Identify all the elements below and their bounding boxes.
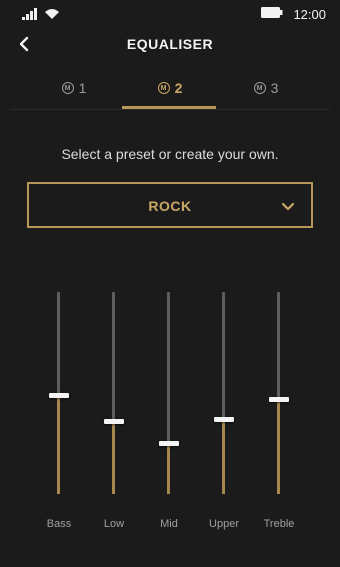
slider-bass[interactable]: Bass — [39, 288, 79, 538]
m-badge-icon: M — [157, 82, 170, 94]
slider-fill — [112, 421, 115, 494]
slider-upper[interactable]: Upper — [204, 288, 244, 538]
slider-thumb[interactable] — [159, 441, 179, 446]
page-title: EQUALISER — [126, 36, 214, 52]
tab-label: 3 — [270, 80, 279, 96]
slider-label: Mid — [160, 518, 178, 530]
slider-thumb[interactable] — [49, 392, 69, 398]
status-bar: 12:00 — [0, 0, 340, 26]
m-badge-icon: M — [253, 82, 266, 94]
preset-selected-value: ROCK — [148, 198, 192, 214]
preset-prompt: Select a preset or create your own. — [61, 146, 279, 162]
slider-low[interactable]: Low — [94, 288, 134, 538]
tab-label: 1 — [78, 80, 87, 96]
tab-divider — [10, 109, 330, 110]
slider-mid[interactable]: Mid — [149, 288, 189, 538]
status-icons-right: 12:00 — [261, 5, 326, 23]
slider-thumb[interactable] — [214, 416, 234, 422]
slider-thumb[interactable] — [104, 418, 124, 424]
slider-treble[interactable]: Treble — [259, 288, 299, 538]
preset-dropdown[interactable]: ROCK — [27, 182, 313, 228]
status-icons-left — [22, 7, 60, 25]
tab-label: 2 — [174, 80, 183, 96]
slider-label: Treble — [263, 518, 295, 530]
slider-thumb[interactable] — [269, 396, 289, 402]
slider-label: Bass — [46, 518, 72, 530]
memory-tabs: M 1 M 2 M 3 — [10, 70, 330, 110]
signal-icon — [22, 7, 38, 25]
m-badge-icon: M — [61, 82, 74, 94]
tab-memory-1[interactable]: M 1 — [26, 70, 122, 106]
slider-fill — [222, 419, 225, 494]
slider-fill — [57, 395, 60, 494]
wifi-icon — [44, 7, 60, 25]
slider-label: Upper — [209, 518, 239, 530]
app-bar: EQUALISER — [0, 26, 340, 64]
status-time: 12:00 — [293, 6, 326, 22]
battery-icon — [261, 5, 283, 23]
slider-fill — [277, 399, 280, 494]
slider-fill — [167, 443, 170, 494]
tab-memory-3[interactable]: M 3 — [218, 70, 314, 106]
equalizer-sliders: Bass Low Mid Upper Treble — [0, 288, 340, 538]
tab-memory-2[interactable]: M 2 — [122, 70, 218, 106]
slider-label: Low — [103, 518, 125, 530]
chevron-down-icon — [281, 199, 295, 217]
